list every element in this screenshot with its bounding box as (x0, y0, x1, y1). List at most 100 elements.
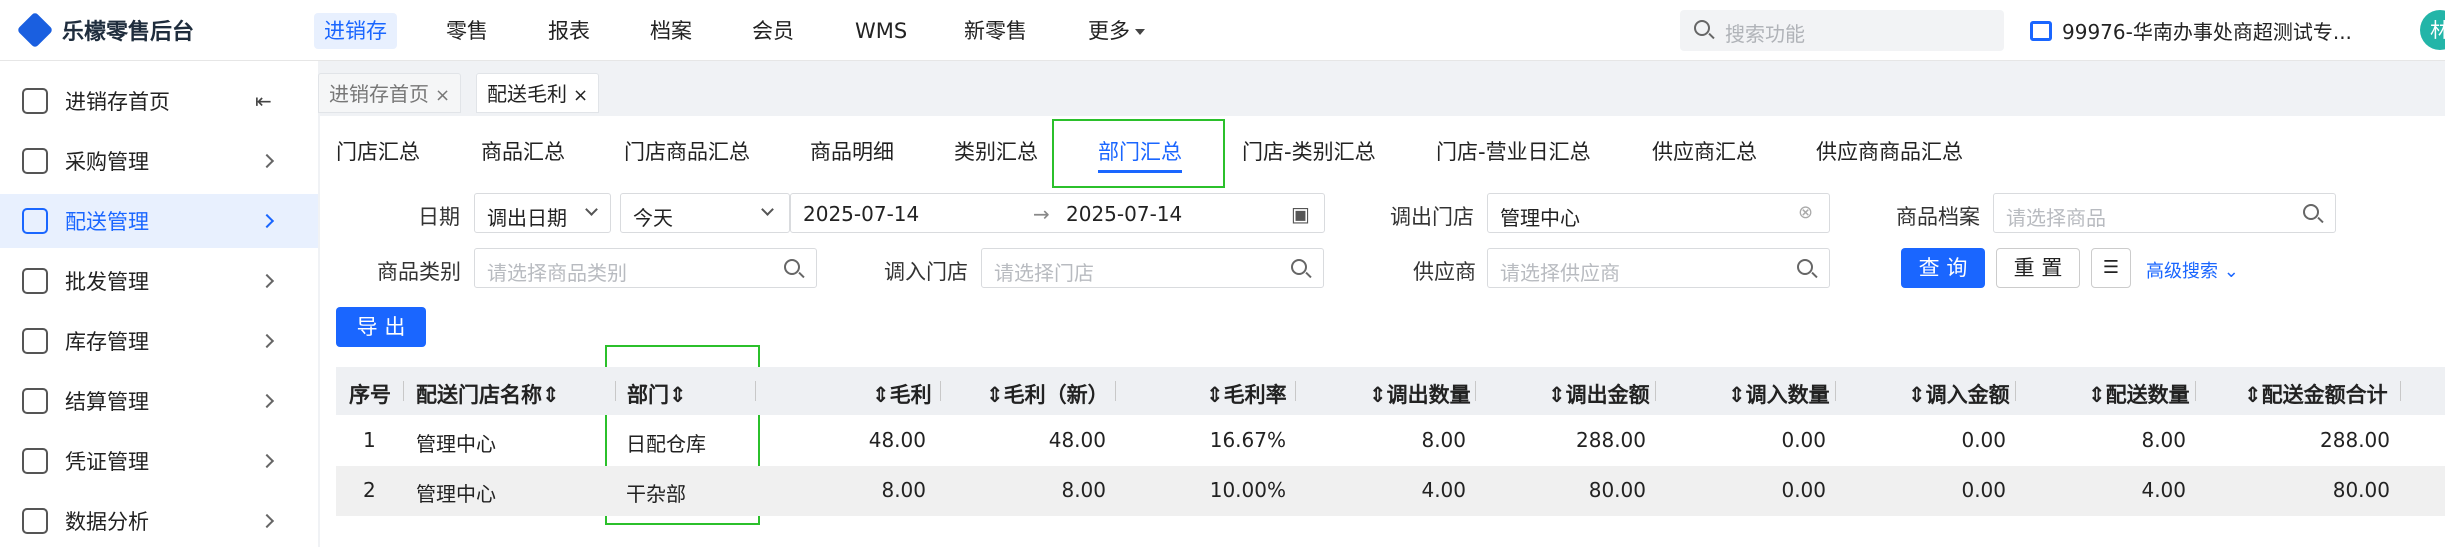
nav-retail[interactable]: 零售 (436, 13, 498, 49)
header-label: 调入数量 (1745, 383, 1830, 407)
chevron-down-icon (761, 203, 774, 216)
date-range-picker[interactable]: 2025-07-14 → 2025-07-14 ▣ (790, 193, 1325, 233)
search-icon[interactable] (1797, 259, 1813, 275)
header-label: 配送金额合计 (2261, 383, 2388, 407)
column-divider[interactable] (940, 381, 941, 401)
delivery-icon (22, 208, 48, 234)
column-divider[interactable] (1475, 381, 1476, 401)
col-header-gross-profit[interactable]: ⇕毛利 (872, 379, 932, 409)
header-label: 毛利率 (1223, 383, 1287, 407)
cell-index: 1 (363, 428, 376, 452)
tab-store-product-summary[interactable]: 门店商品汇总 (624, 136, 750, 166)
col-header-in-qty[interactable]: ⇕调入数量 (1728, 379, 1830, 409)
col-header-department[interactable]: 部门⇕ (627, 379, 687, 409)
column-divider[interactable] (1835, 381, 1836, 401)
sidebar-item-home[interactable]: 进销存首页 ⇤ (0, 74, 318, 128)
cell-margin: 16.67% (1209, 428, 1286, 452)
column-divider[interactable] (615, 381, 616, 401)
column-divider[interactable] (755, 381, 756, 401)
col-header-out-qty[interactable]: ⇕调出数量 (1369, 379, 1471, 409)
column-divider[interactable] (403, 381, 404, 401)
tab-home[interactable]: 进销存首页 × (318, 73, 462, 113)
col-header-index: 序号 (349, 383, 391, 407)
column-settings-icon[interactable]: ☰ (2091, 248, 2131, 288)
product-input[interactable]: 请选择商品 (1993, 193, 2336, 233)
column-divider[interactable] (1115, 381, 1116, 401)
nav-archives[interactable]: 档案 (640, 13, 702, 49)
header-label: 毛利（新） (1003, 383, 1109, 407)
col-header-margin[interactable]: ⇕毛利率 (1206, 379, 1287, 409)
store-name: 99976-华南办事处商超测试专... (2062, 20, 2352, 44)
sidebar-item-analytics[interactable]: 数据分析 (0, 494, 318, 547)
col-header-out-amount[interactable]: ⇕调出金额 (1548, 379, 1650, 409)
nav-members[interactable]: 会员 (742, 13, 804, 49)
sidebar-item-settlement[interactable]: 结算管理 (0, 374, 318, 428)
sidebar-item-label: 凭证管理 (65, 450, 149, 474)
nav-new-retail[interactable]: 新零售 (954, 13, 1037, 49)
column-divider[interactable] (1655, 381, 1656, 401)
home-icon (22, 88, 48, 114)
column-divider[interactable] (2015, 381, 2016, 401)
nav-more-label: 更多 (1088, 19, 1130, 43)
column-divider[interactable] (2400, 381, 2401, 401)
sort-icon: ⇕ (542, 383, 560, 407)
reset-button[interactable]: 重 置 (1996, 248, 2080, 288)
query-button[interactable]: 查 询 (1901, 248, 1985, 288)
product-placeholder: 请选择商品 (2006, 206, 2106, 230)
store-selector[interactable]: 99976-华南办事处商超测试专... (2030, 16, 2352, 45)
tab-product-summary[interactable]: 商品汇总 (481, 136, 565, 166)
col-header-in-amount[interactable]: ⇕调入金额 (1908, 379, 2010, 409)
sidebar-item-voucher[interactable]: 凭证管理 (0, 434, 318, 488)
out-store-label: 调出门店 (1390, 205, 1474, 229)
supplier-input[interactable]: 请选择供应商 (1487, 248, 1830, 288)
tab-supplier-summary[interactable]: 供应商汇总 (1652, 136, 1757, 166)
nav-wms[interactable]: WMS (845, 13, 917, 49)
sidebar-item-inventory[interactable]: 库存管理 (0, 314, 318, 368)
sidebar-item-delivery[interactable]: 配送管理 (0, 194, 318, 248)
category-input[interactable]: 请选择商品类别 (474, 248, 817, 288)
search-icon[interactable] (784, 259, 800, 275)
sidebar-item-wholesale[interactable]: 批发管理 (0, 254, 318, 308)
clear-icon[interactable]: ⊗ (1798, 202, 1813, 223)
column-divider[interactable] (2195, 381, 2196, 401)
col-header-store[interactable]: 配送门店名称⇕ (416, 379, 560, 409)
col-header-delivery-qty[interactable]: ⇕配送数量 (2088, 379, 2190, 409)
end-date: 2025-07-14 (1066, 202, 1183, 226)
tab-delivery-profit[interactable]: 配送毛利 × (476, 73, 600, 113)
date-type-value: 调出日期 (487, 206, 567, 230)
close-icon[interactable]: × (435, 85, 450, 106)
export-button[interactable]: 导 出 (336, 307, 426, 347)
app-logo[interactable]: 乐檬零售后台 (16, 11, 195, 49)
category-label: 商品类别 (377, 260, 461, 284)
tab-product-detail[interactable]: 商品明细 (810, 136, 894, 166)
date-preset-select[interactable]: 今天 (620, 193, 790, 233)
caret-down-icon (1135, 29, 1145, 35)
advanced-search-link[interactable]: 高级搜索 ⌄ (2146, 257, 2239, 283)
tab-store-summary[interactable]: 门店汇总 (336, 136, 420, 166)
in-store-placeholder: 请选择门店 (994, 261, 1094, 285)
nav-jinxiaocun[interactable]: 进销存 (314, 13, 397, 49)
cell-department: 干杂部 (626, 482, 686, 506)
app-title: 乐檬零售后台 (62, 20, 195, 45)
in-store-input[interactable]: 请选择门店 (981, 248, 1324, 288)
tab-category-summary[interactable]: 类别汇总 (954, 136, 1038, 166)
close-icon[interactable]: × (573, 85, 588, 106)
date-type-select[interactable]: 调出日期 (474, 193, 611, 233)
function-search-input[interactable]: 搜索功能 (1680, 10, 2004, 51)
nav-reports[interactable]: 报表 (538, 13, 600, 49)
avatar[interactable]: 林 (2420, 10, 2445, 50)
column-divider[interactable] (1295, 381, 1296, 401)
sort-icon: ⇕ (872, 383, 890, 407)
col-header-delivery-total[interactable]: ⇕配送金额合计 (2244, 379, 2388, 409)
tab-store-businessday-summary[interactable]: 门店-营业日汇总 (1436, 136, 1591, 166)
nav-more[interactable]: 更多 (1078, 13, 1155, 49)
out-store-input[interactable]: 管理中心 ⊗ (1487, 193, 1830, 233)
tab-store-category-summary[interactable]: 门店-类别汇总 (1242, 136, 1376, 166)
collapse-sidebar-icon[interactable]: ⇤ (255, 89, 272, 113)
tab-supplier-product-summary[interactable]: 供应商商品汇总 (1816, 136, 1963, 166)
col-header-gross-profit-new[interactable]: ⇕毛利（新） (986, 379, 1109, 409)
sidebar-item-purchase[interactable]: 采购管理 (0, 134, 318, 188)
search-icon[interactable] (2303, 204, 2319, 220)
sort-icon: ⇕ (986, 383, 1004, 407)
search-icon[interactable] (1291, 259, 1307, 275)
